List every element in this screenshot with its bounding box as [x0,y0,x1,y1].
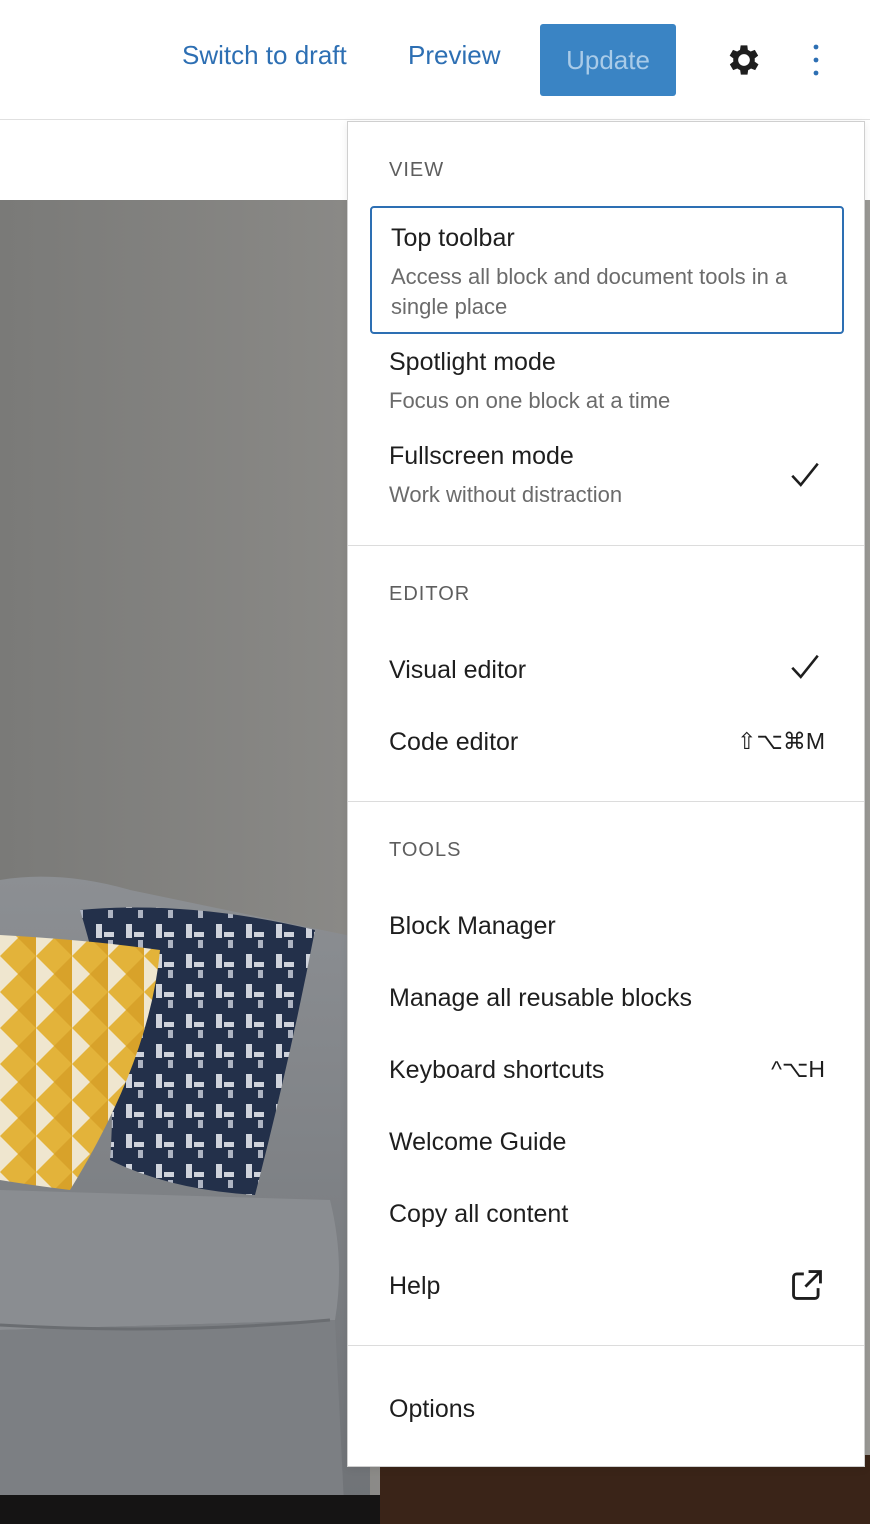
menu-item-manage-reusable-blocks[interactable]: Manage all reusable blocks [370,960,844,1032]
more-tools-menu: VIEW Top toolbar Access all block and do… [347,121,865,1467]
menu-divider [348,801,864,802]
menu-item-welcome-guide[interactable]: Welcome Guide [370,1104,844,1176]
menu-item-block-manager[interactable]: Block Manager [370,888,844,960]
item-label: Help [389,1272,441,1300]
item-label: Code editor [389,728,519,756]
menu-divider [348,1345,864,1346]
menu-item-top-toolbar[interactable]: Top toolbar Access all block and documen… [370,206,844,334]
menu-item-options[interactable]: Options [370,1371,844,1443]
item-label: Welcome Guide [389,1128,567,1156]
item-description: Access all block and document tools in a… [391,264,788,319]
switch-to-draft-button[interactable]: Switch to draft [182,40,347,71]
shortcut-hint: ⇧⌥⌘M [737,728,825,754]
menu-item-fullscreen-mode[interactable]: Fullscreen mode Work without distraction [370,434,844,520]
more-options-icon[interactable] [800,40,832,80]
item-label: Fullscreen mode [389,442,574,470]
menu-item-code-editor[interactable]: Code editor ⇧⌥⌘M [370,704,844,776]
item-label: Manage all reusable blocks [389,984,692,1012]
item-description: Focus on one block at a time [389,388,671,413]
shortcut-hint: ^⌥H [771,1056,825,1082]
preview-button[interactable]: Preview [408,40,500,71]
menu-item-keyboard-shortcuts[interactable]: Keyboard shortcuts ^⌥H [370,1032,844,1104]
section-title-view: VIEW [389,159,445,181]
item-label: Top toolbar [391,224,515,252]
item-label: Keyboard shortcuts [389,1056,605,1084]
external-link-icon [792,1270,822,1300]
section-title-tools: TOOLS [389,839,462,861]
item-label: Block Manager [389,912,556,940]
menu-item-visual-editor[interactable]: Visual editor [370,632,844,704]
update-button[interactable]: Update [540,24,676,96]
menu-divider [348,545,864,546]
section-title-editor: EDITOR [389,583,471,605]
menu-item-copy-all-content[interactable]: Copy all content [370,1176,844,1248]
item-label: Options [389,1395,476,1423]
checkmark-icon [791,654,819,679]
editor-header: Switch to draft Preview Update [0,0,870,120]
menu-item-spotlight-mode[interactable]: Spotlight mode Focus on one block at a t… [370,340,844,426]
checkmark-icon [791,462,819,487]
item-label: Visual editor [389,656,527,684]
item-label: Copy all content [389,1200,569,1228]
menu-item-help[interactable]: Help [370,1248,844,1320]
item-label: Spotlight mode [389,348,556,376]
gear-icon[interactable] [724,40,764,80]
item-description: Work without distraction [389,482,623,507]
